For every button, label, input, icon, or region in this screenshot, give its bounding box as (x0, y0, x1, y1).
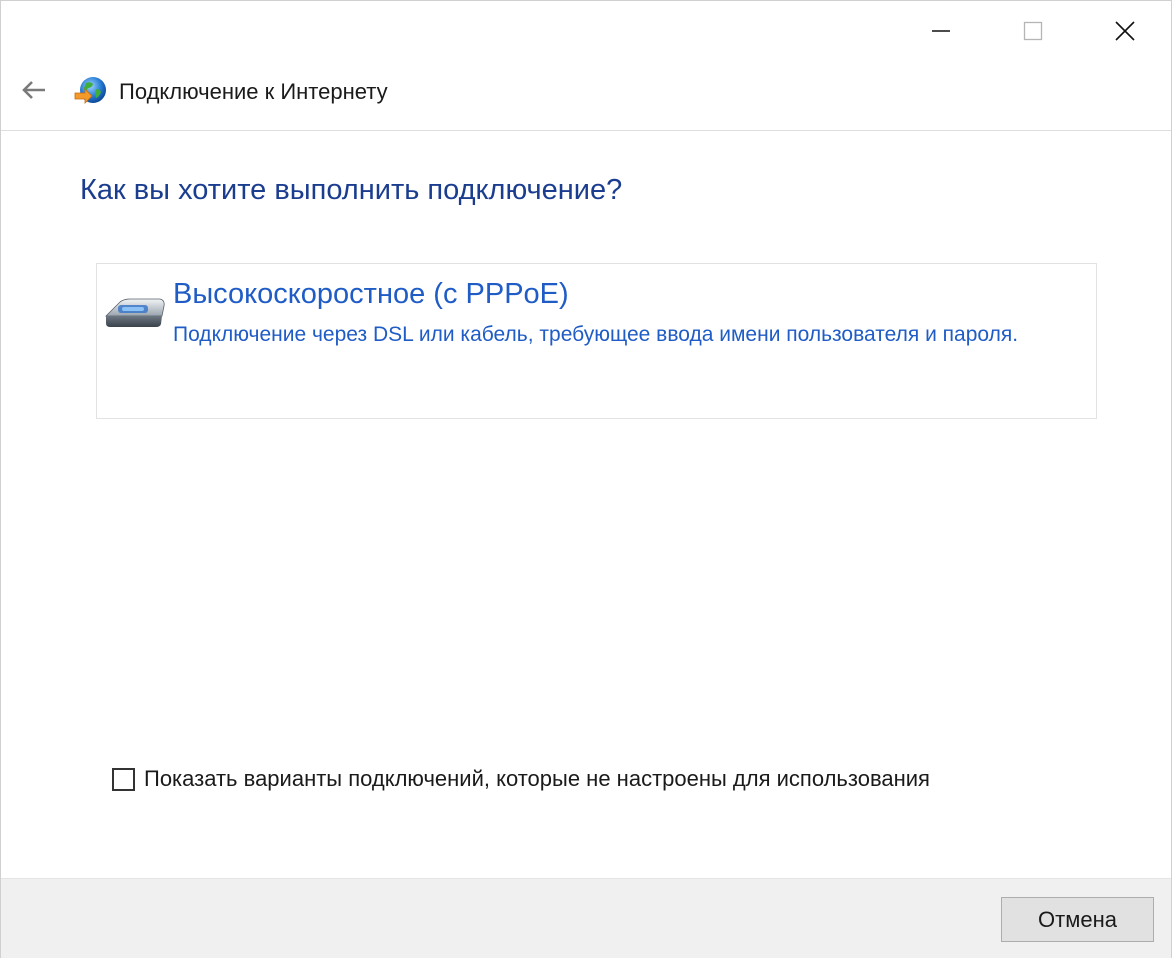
option-pppoe[interactable]: Высокоскоростное (с PPPoE) Подключение ч… (96, 263, 1097, 419)
wizard-footer: Отмена (1, 878, 1171, 958)
maximize-icon (1023, 21, 1043, 41)
minimize-button[interactable] (895, 1, 987, 61)
main-question-heading: Как вы хотите выполнить подключение? (80, 174, 623, 206)
modem-icon (105, 298, 165, 327)
maximize-button[interactable] (987, 1, 1079, 61)
minimize-icon (932, 30, 950, 32)
connection-wizard-window: Подключение к Интернету Как вы хотите вы… (0, 0, 1172, 958)
option-pppoe-description: Подключение через DSL или кабель, требую… (173, 323, 1019, 346)
cancel-button[interactable]: Отмена (1001, 897, 1154, 942)
back-button[interactable] (15, 73, 53, 107)
wizard-header: Подключение к Интернету (1, 61, 1171, 131)
close-icon (1115, 21, 1135, 41)
show-unconfigured-label: Показать варианты подключений, которые н… (144, 766, 930, 791)
show-unconfigured-checkbox[interactable] (112, 767, 135, 791)
wizard-title: Подключение к Интернету (119, 79, 388, 104)
close-button[interactable] (1079, 1, 1171, 61)
back-arrow-icon (22, 81, 45, 99)
show-unconfigured-option[interactable]: Показать варианты подключений, которые н… (112, 765, 930, 793)
option-pppoe-title: Высокоскоростное (с PPPoE) (173, 278, 569, 310)
internet-connection-icon (74, 77, 106, 104)
